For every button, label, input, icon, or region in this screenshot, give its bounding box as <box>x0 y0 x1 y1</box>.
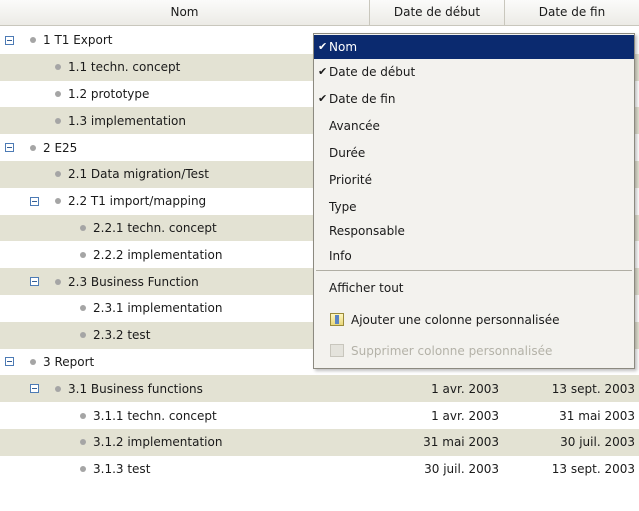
start-date-cell: 30 juil. 2003 <box>424 462 499 477</box>
collapse-toggle-icon[interactable] <box>5 35 14 45</box>
task-label: 3.1.2 implementation <box>93 435 223 450</box>
menu-item-date-de-fin[interactable]: ✔ Date de fin <box>314 87 634 111</box>
remove-custom-column-item: Supprimer colonne personnalisée <box>314 339 634 363</box>
collapse-toggle-icon[interactable] <box>30 196 39 206</box>
start-date-cell: 1 avr. 2003 <box>431 381 499 396</box>
menu-item-date-de-d-but[interactable]: ✔ Date de début <box>314 60 634 84</box>
task-name-cell: 3.1.2 implementation <box>0 429 370 456</box>
menu-item-priorit-[interactable]: Priorité <box>314 168 634 192</box>
task-name-cell: 3.1 Business functions <box>0 375 370 402</box>
table-row[interactable]: 3.1.2 implementation 31 mai 2003 30 juil. … <box>0 428 639 456</box>
table-row[interactable]: 3.1.3 test 30 juil. 2003 13 sept. 2003 <box>0 456 639 483</box>
menu-item-label: Avancée <box>329 119 380 133</box>
menu-item-label: Info <box>329 249 352 263</box>
task-bullet-icon <box>55 117 61 124</box>
task-label: 2.1 Data migration/Test <box>68 167 209 182</box>
task-label: 1.2 prototype <box>68 86 150 101</box>
menu-item-info[interactable]: Info <box>314 244 634 268</box>
menu-item-label: Nom <box>329 40 358 54</box>
menu-item-dur-e[interactable]: Durée <box>314 141 634 165</box>
column-header: Nom Date de début Date de fin <box>0 0 639 26</box>
task-label: 1.3 implementation <box>68 113 186 128</box>
start-date-cell: 1 avr. 2003 <box>431 408 499 423</box>
menu-item-responsable[interactable]: Responsable <box>314 219 634 243</box>
menu-item-avanc-e[interactable]: Avancée <box>314 114 634 138</box>
menu-item-label: Supprimer colonne personnalisée <box>351 344 553 358</box>
task-label: 3 Report <box>43 354 95 369</box>
task-bullet-icon <box>30 358 36 365</box>
menu-item-label: Type <box>329 200 357 214</box>
task-name-cell: 3.1.1 techn. concept <box>0 402 370 429</box>
menu-separator <box>316 270 632 271</box>
task-label: 1.1 techn. concept <box>68 60 181 75</box>
header-start-date[interactable]: Date de début <box>370 0 505 25</box>
menu-item-label: Ajouter une colonne personnalisée <box>351 313 560 327</box>
task-label: 3.1.3 test <box>93 462 151 477</box>
end-date-cell: 13 sept. 2003 <box>551 462 635 477</box>
show-all-columns-item[interactable]: Afficher tout <box>314 276 634 300</box>
task-label: 1 T1 Export <box>43 33 113 48</box>
collapse-toggle-icon[interactable] <box>5 357 14 367</box>
add-column-icon <box>330 313 344 326</box>
menu-item-nom[interactable]: ✔ Nom <box>314 35 634 59</box>
header-nom[interactable]: Nom <box>0 0 370 25</box>
task-label: 2.2.2 implementation <box>93 247 223 262</box>
column-context-menu: ✔ Nom ✔ Date de début ✔ Date de fin Avancée Dur… <box>313 33 635 369</box>
add-custom-column-item[interactable]: Ajouter une colonne personnalisée <box>314 308 634 332</box>
task-label: 2 E25 <box>43 140 78 155</box>
menu-item-label: Afficher tout <box>329 281 404 295</box>
task-label: 2.2.1 techn. concept <box>93 220 217 235</box>
task-label: 2.3 Business Function <box>68 274 199 289</box>
task-bullet-icon <box>80 251 86 258</box>
end-date-cell: 30 juil. 2003 <box>560 435 635 450</box>
task-bullet-icon <box>55 64 61 71</box>
collapse-toggle-icon[interactable] <box>30 384 39 394</box>
task-bullet-icon <box>80 439 86 446</box>
task-bullet-icon <box>55 90 61 97</box>
task-bullet-icon <box>30 144 36 151</box>
menu-item-type[interactable]: Type <box>314 195 634 219</box>
menu-item-label: Responsable <box>329 224 405 238</box>
collapse-toggle-icon[interactable] <box>30 277 39 287</box>
task-bullet-icon <box>80 466 86 473</box>
end-date-cell: 31 mai 2003 <box>559 408 635 423</box>
task-bullet-icon <box>55 198 61 205</box>
collapse-toggle-icon[interactable] <box>5 143 14 153</box>
task-label: 2.3.2 test <box>93 328 151 343</box>
menu-item-label: Priorité <box>329 173 372 187</box>
task-bullet-icon <box>55 385 61 392</box>
header-end-date[interactable]: Date de fin <box>505 0 639 25</box>
task-bullet-icon <box>55 278 61 285</box>
task-bullet-icon <box>80 305 86 312</box>
task-bullet-icon <box>80 412 86 419</box>
table-row[interactable]: 3.1 Business functions 1 avr. 2003 13 sept… <box>0 375 639 403</box>
task-name-cell: 3.1.3 test <box>0 456 370 483</box>
task-bullet-icon <box>80 224 86 231</box>
menu-item-label: Durée <box>329 146 366 160</box>
menu-item-label: Date de début <box>329 65 416 79</box>
remove-column-icon <box>330 344 344 357</box>
task-label: 2.2 T1 import/mapping <box>68 194 207 209</box>
menu-item-label: Date de fin <box>329 92 396 106</box>
task-label: 3.1 Business functions <box>68 381 203 396</box>
end-date-cell: 13 sept. 2003 <box>551 381 635 396</box>
task-bullet-icon <box>80 332 86 339</box>
task-label: 3.1.1 techn. concept <box>93 408 217 423</box>
table-row[interactable]: 3.1.1 techn. concept 1 avr. 2003 31 mai 20… <box>0 402 639 429</box>
task-bullet-icon <box>30 37 36 44</box>
start-date-cell: 31 mai 2003 <box>423 435 499 450</box>
task-label: 2.3.1 implementation <box>93 301 223 316</box>
task-bullet-icon <box>55 171 61 178</box>
